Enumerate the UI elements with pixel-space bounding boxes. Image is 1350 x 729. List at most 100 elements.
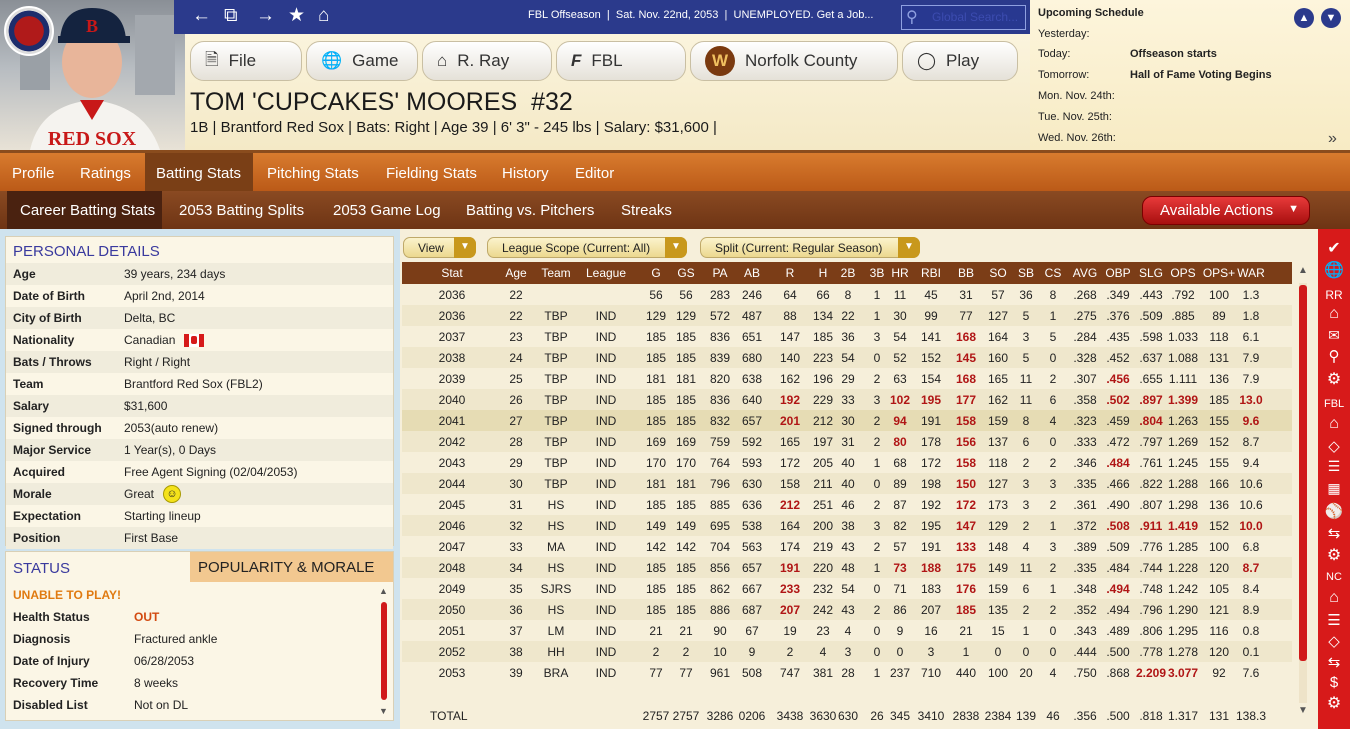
view-dropdown[interactable]: View ▼ xyxy=(403,237,476,258)
svg-text:B: B xyxy=(86,16,98,36)
subtab-career-batting[interactable]: Career Batting Stats xyxy=(20,202,155,219)
menu-play-button[interactable]: ◯ Play xyxy=(902,41,1018,81)
tab-fielding-stats[interactable]: Fielding Stats xyxy=(386,165,477,182)
checkmark-icon[interactable]: ✔ xyxy=(1324,238,1344,258)
gear-icon[interactable]: ⚙ xyxy=(1324,693,1344,713)
table-cell: 7.9 xyxy=(1242,351,1260,365)
scroll-thumb[interactable] xyxy=(1299,285,1307,661)
schedule-up-icon[interactable]: ▲ xyxy=(1294,8,1314,28)
scroll-down-icon[interactable]: ▼ xyxy=(379,706,388,716)
table-row[interactable]: 2045 31 HS IND 185 185 885 636 212 251 46 2 87 192 172… xyxy=(402,494,1292,515)
tab-batting-stats[interactable]: Batting Stats xyxy=(156,165,241,182)
schedule-day: Tue. Nov. 25th: xyxy=(1038,111,1112,123)
table-row[interactable]: 2041 27 TBP IND 185 185 832 657 201 212 30 2 94 191 15… xyxy=(402,410,1292,431)
subtab-vs-pitchers[interactable]: Batting vs. Pitchers xyxy=(466,202,594,219)
menu-league-button[interactable]: F FBL xyxy=(556,41,686,81)
scroll-thumb[interactable] xyxy=(381,602,387,700)
globe-icon[interactable]: 🌐 xyxy=(1324,260,1344,280)
table-row[interactable]: 2039 25 TBP IND 181 181 820 638 162 196 29 2 63 154 16… xyxy=(402,368,1292,389)
transfer-icon[interactable]: ⇆ xyxy=(1324,653,1344,671)
home-icon[interactable]: ⌂ xyxy=(1324,305,1344,323)
menu-team-button[interactable]: W Norfolk County xyxy=(690,41,898,81)
table-row[interactable]: 2053 39 BRA IND 77 77 961 508 747 381 28 1 237 710 440… xyxy=(402,662,1292,683)
copy-icon[interactable]: ⧉ xyxy=(224,5,238,27)
table-row[interactable]: 2046 32 HS IND 149 149 695 538 164 200 38 3 82 195 147… xyxy=(402,515,1292,536)
table-row[interactable]: 2049 35 SJRS IND 185 185 862 667 233 232 54 0 71 183 1… xyxy=(402,578,1292,599)
tab-popularity-morale[interactable]: POPULARITY & MORALE xyxy=(190,552,393,582)
schedule-expand-icon[interactable]: » xyxy=(1328,130,1337,148)
column-header-stat[interactable]: Stat xyxy=(422,266,482,280)
subtab-streaks[interactable]: Streaks xyxy=(621,202,672,219)
table-row[interactable]: 2050 36 HS IND 185 185 886 687 207 242 43 2 86 207 185… xyxy=(402,599,1292,620)
home-icon[interactable]: ⌂ xyxy=(318,5,329,27)
schedule-down-icon[interactable]: ▼ xyxy=(1321,8,1341,28)
schedule-event: Hall of Fame Voting Begins xyxy=(1130,69,1272,81)
gear-icon[interactable]: ⚙ xyxy=(1324,545,1344,565)
menu-game-button[interactable]: 🌐 Game xyxy=(306,41,418,81)
list-icon[interactable]: ☰ xyxy=(1324,611,1344,629)
table-row[interactable]: 2051 37 LM IND 21 21 90 67 19 23 4 0 9 16 21 15 1 0.343.4… xyxy=(402,620,1292,641)
scroll-down-icon[interactable]: ▼ xyxy=(1298,705,1308,716)
league-scope-dropdown[interactable]: League Scope (Current: All) ▼ xyxy=(487,237,687,258)
split-dropdown[interactable]: Split (Current: Regular Season) ▼ xyxy=(700,237,920,258)
team-link[interactable]: Brantford Red Sox (FBL2) xyxy=(124,377,263,391)
table-row[interactable]: 2047 33 MA IND 142 142 704 563 174 219 43 2 57 191 133… xyxy=(402,536,1292,557)
column-header-war[interactable]: WAR xyxy=(1221,266,1281,280)
table-row[interactable]: 2043 29 TBP IND 170 170 764 593 172 205 40 1 68 172 15… xyxy=(402,452,1292,473)
home-icon[interactable]: ⌂ xyxy=(1324,415,1344,433)
star-icon[interactable]: ★ xyxy=(288,5,305,27)
schedule-day: Tomorrow: xyxy=(1038,69,1090,81)
table-row[interactable]: 2040 26 TBP IND 185 185 836 640 192 229 33 3 102 195 1… xyxy=(402,389,1292,410)
status-scrollbar[interactable]: ▲ ▼ xyxy=(379,586,389,720)
table-cell: 9.6 xyxy=(1242,414,1260,428)
detail-row: Nationality Canadian xyxy=(6,329,393,351)
table-scrollbar[interactable]: ▲ ▼ xyxy=(1296,265,1310,721)
gear-icon[interactable]: ⚙ xyxy=(1324,369,1344,389)
tab-profile[interactable]: Profile xyxy=(12,165,55,182)
tab-ratings[interactable]: Ratings xyxy=(80,165,131,182)
diamond-icon[interactable]: ◇ xyxy=(1324,632,1344,650)
table-row[interactable]: 2038 24 TBP IND 185 185 839 680 140 223 54 0 52 152 14… xyxy=(402,347,1292,368)
table-cell: 0.8 xyxy=(1242,624,1260,638)
status-key: Diagnosis xyxy=(13,632,71,646)
mail-icon[interactable]: ✉ xyxy=(1324,327,1344,344)
table-row[interactable]: 2048 34 HS IND 185 185 856 657 191 220 48 1 73 188 175… xyxy=(402,557,1292,578)
subtab-batting-splits[interactable]: 2053 Batting Splits xyxy=(179,202,304,219)
scroll-up-icon[interactable]: ▲ xyxy=(379,586,388,596)
list-icon[interactable]: ☰ xyxy=(1324,458,1344,475)
transfer-icon[interactable]: ⇆ xyxy=(1324,524,1344,542)
crumb-status[interactable]: UNEMPLOYED. Get a Job... xyxy=(734,9,874,21)
menu-manager-button[interactable]: ⌂ R. Ray xyxy=(422,41,552,81)
crumb-league[interactable]: FBL Offseason xyxy=(528,9,601,21)
breadcrumb: FBL Offseason | Sat. Nov. 22nd, 2053 | U… xyxy=(528,9,874,21)
back-arrow-icon[interactable]: ← xyxy=(192,5,211,27)
status-row: Diagnosis Fractured ankle xyxy=(6,632,378,652)
baseball-icon[interactable]: ⚾ xyxy=(1324,502,1344,520)
forward-arrow-icon[interactable]: → xyxy=(256,5,275,27)
schedule-row: Today: Offseason starts xyxy=(1038,48,1217,60)
tab-pitching-stats[interactable]: Pitching Stats xyxy=(267,165,359,182)
table-cell: 2043 xyxy=(438,456,466,470)
crumb-date[interactable]: Sat. Nov. 22nd, 2053 xyxy=(616,9,719,21)
chart-icon[interactable]: ▦ xyxy=(1324,480,1344,497)
table-row[interactable]: 2052 38 HH IND 2 2 10 9 2 4 3 0 0 3 1 0 0 0.444.500.778 1.… xyxy=(402,641,1292,662)
nationality-link[interactable]: Canadian xyxy=(124,333,175,347)
menu-file-button[interactable]: 🗎 File xyxy=(190,41,302,81)
tab-editor[interactable]: Editor xyxy=(575,165,614,182)
subtab-game-log[interactable]: 2053 Game Log xyxy=(333,202,441,219)
table-row[interactable]: 2042 28 TBP IND 169 169 759 592 165 197 31 2 80 178 15… xyxy=(402,431,1292,452)
home-icon[interactable]: ⌂ xyxy=(1324,589,1344,607)
scroll-up-icon[interactable]: ▲ xyxy=(1298,265,1308,276)
diamond-icon[interactable]: ◇ xyxy=(1324,437,1344,455)
tab-status[interactable]: STATUS xyxy=(13,560,70,577)
table-row[interactable]: 2036 22 56 56 283 246 64 66 8 1 11 45 31 57 36 8.268.34… xyxy=(402,284,1292,305)
global-search-input[interactable]: ⚲ Global Search... xyxy=(901,5,1026,30)
table-row[interactable]: 2037 23 TBP IND 185 185 836 651 147 185 36 3 54 141 16… xyxy=(402,326,1292,347)
tab-history[interactable]: History xyxy=(502,165,549,182)
available-actions-button[interactable]: Available Actions ▼ xyxy=(1142,196,1310,225)
schedule-row: Yesterday: xyxy=(1038,28,1090,40)
table-row[interactable]: 2036 22 TBP IND 129 129 572 487 88 134 22 1 30 99 77 12… xyxy=(402,305,1292,326)
table-row[interactable]: 2044 30 TBP IND 181 181 796 630 158 211 40 0 89 198 15… xyxy=(402,473,1292,494)
dollar-icon[interactable]: $ xyxy=(1324,674,1344,691)
search-icon[interactable]: ⚲ xyxy=(1324,347,1344,365)
